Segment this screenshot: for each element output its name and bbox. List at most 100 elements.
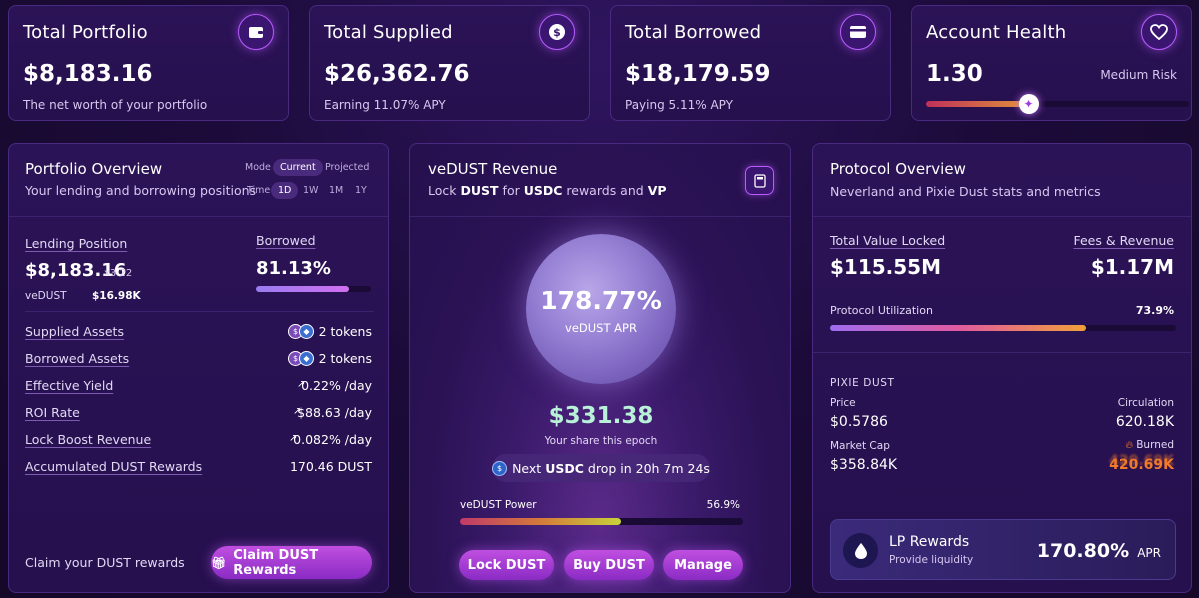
buy-dust-button[interactable]: Buy DUST <box>564 550 654 580</box>
apr-label: veDUST APR <box>565 321 637 335</box>
total-supplied-sub: Earning 11.07% APY <box>324 98 446 112</box>
fees-value: $1.17M <box>1090 255 1174 279</box>
borrowed-label: Borrowed <box>256 233 316 248</box>
vedust-sub-mid: for <box>502 183 520 198</box>
account-health-title: Account Health <box>926 22 1067 43</box>
calculator-icon[interactable] <box>745 166 774 195</box>
next-drop-pill: $ Next USDC drop in 20h 7m 24s <box>492 454 710 482</box>
portfolio-overview-panel: Portfolio Overview Your lending and borr… <box>8 143 389 593</box>
svg-text:$: $ <box>553 26 561 39</box>
lock-dust-button[interactable]: Lock DUST <box>459 550 554 580</box>
total-portfolio-title: Total Portfolio <box>23 22 148 43</box>
vedust-sub-vp: VP <box>647 183 667 198</box>
claim-dust-rewards-button[interactable]: 🎁︎ Claim DUST Rewards <box>211 546 372 579</box>
circulation-label: Circulation <box>1117 397 1174 409</box>
vedust-title: veDUST Revenue <box>428 160 558 178</box>
utilization-bar-fill <box>830 325 1086 331</box>
mode-label: Mode <box>245 162 271 173</box>
next-token: USDC <box>545 460 584 476</box>
vedust-sub-and: rewards and <box>566 183 644 198</box>
credit-card-icon <box>840 14 876 50</box>
next-prefix: Next <box>512 460 542 476</box>
borrowed-bar <box>256 286 371 292</box>
total-supplied-card: Total Supplied $ $26,362.76 Earning 11.0… <box>309 5 590 121</box>
price-label: Price <box>830 397 856 409</box>
share-label: Your share this epoch <box>544 435 658 447</box>
lock-boost-revenue-label[interactable]: Lock Boost Revenue <box>25 432 151 447</box>
vedust-label: veDUST <box>25 290 67 302</box>
account-health-value: 1.30 <box>926 61 983 87</box>
lp-apr-unit: APR <box>1137 546 1161 560</box>
lp-apr-value: 170.80% <box>1036 540 1130 562</box>
total-portfolio-value: $8,183.16 <box>23 61 153 87</box>
lp-rewards-subtitle: Provide liquidity <box>889 554 974 566</box>
vedust-divider <box>410 216 790 217</box>
tvl-value: $115.55M <box>830 255 941 279</box>
power-value: 56.9% <box>706 499 740 511</box>
portfolio-overview-title: Portfolio Overview <box>25 160 163 178</box>
borrowed-assets-label[interactable]: Borrowed Assets <box>25 351 129 366</box>
borrowed-value: 81.13% <box>256 258 331 279</box>
utilization-bar <box>830 325 1176 331</box>
vedust-sub-prefix: Lock <box>428 183 457 198</box>
claim-text: Claim your DUST rewards <box>25 555 185 570</box>
lp-rewards-title: LP Rewards <box>889 534 970 550</box>
health-indicator-knob[interactable]: ✦ <box>1018 94 1039 114</box>
health-bar-fill <box>926 101 1029 107</box>
effective-yield-value: 0.22% /day <box>301 378 372 393</box>
portfolio-divider <box>9 216 388 217</box>
borrowed-bar-fill <box>256 286 350 292</box>
borrowed-token-icons: $ ◆ <box>288 351 314 366</box>
vedust-sub-token: DUST <box>460 183 499 198</box>
tvl-label: Total Value Locked <box>830 233 946 248</box>
accumulated-rewards-label[interactable]: Accumulated DUST Rewards <box>25 459 202 474</box>
utilization-label: Protocol Utilization <box>830 304 933 317</box>
total-portfolio-card: Total Portfolio $8,183.16 The net worth … <box>8 5 289 121</box>
supplied-assets-value: 2 tokens <box>318 324 372 339</box>
burned-label-group: 🔥︎ Burned <box>1126 439 1175 452</box>
lock-boost-revenue-value: 0.082% /day <box>293 432 372 447</box>
mode-current-toggle[interactable]: Current <box>273 159 323 176</box>
power-bar <box>460 518 743 525</box>
roi-rate-value: $88.63 /day <box>297 405 372 420</box>
risk-label: Medium Risk <box>1100 68 1177 82</box>
protocol-overview-panel: Protocol Overview Neverland and Pixie Du… <box>812 143 1192 593</box>
time-1m-toggle[interactable]: 1M <box>322 182 350 199</box>
roi-rate-label[interactable]: ROI Rate <box>25 405 80 420</box>
vedust-subtitle: Lock DUST for USDC rewards and VP <box>428 183 667 198</box>
price-value: $0.5786 <box>830 414 888 430</box>
fees-label: Fees & Revenue <box>1073 233 1174 248</box>
total-borrowed-value: $18,179.59 <box>625 61 771 87</box>
manage-button[interactable]: Manage <box>663 550 743 580</box>
mode-projected-toggle[interactable]: Projected <box>318 159 376 176</box>
health-bar: ✦ <box>926 94 1189 114</box>
borrowed-assets-value: 2 tokens <box>318 351 372 366</box>
token-icon: ◆ <box>299 351 314 366</box>
wallet-icon <box>238 14 274 50</box>
accumulated-rewards-value: 170.46 DUST <box>289 459 372 474</box>
protocol-divider-2 <box>813 352 1191 353</box>
burned-label: Burned <box>1136 439 1174 451</box>
protocol-divider <box>813 216 1191 217</box>
time-label: Time <box>247 185 271 196</box>
flame-icon: 🔥︎ <box>1125 439 1134 451</box>
pixie-dust-heading: PIXIE DUST <box>830 377 895 389</box>
lp-rewards-card[interactable]: LP Rewards Provide liquidity 170.80% APR <box>830 519 1176 580</box>
water-drop-icon <box>843 533 878 568</box>
usdc-icon: $ <box>492 460 508 476</box>
total-supplied-title: Total Supplied <box>324 22 453 43</box>
utilization-value: 73.9% <box>1135 304 1174 317</box>
apr-value: 178.77% <box>540 286 662 315</box>
lp-rewards-value: 170.80% APR <box>1037 540 1161 562</box>
total-supplied-value: $26,362.76 <box>324 61 470 87</box>
effective-yield-label[interactable]: Effective Yield <box>25 378 113 393</box>
lending-multiplier: x3.22 <box>104 268 133 279</box>
power-bar-fill <box>460 518 622 525</box>
portfolio-overview-subtitle: Your lending and borrowing positions <box>25 183 257 198</box>
time-1d-toggle[interactable]: 1D <box>271 182 299 199</box>
supplied-assets-label[interactable]: Supplied Assets <box>25 324 124 339</box>
time-1y-toggle[interactable]: 1Y <box>348 182 374 199</box>
vedust-sub-reward: USDC <box>523 183 563 198</box>
total-borrowed-title: Total Borrowed <box>625 22 762 43</box>
market-cap-label: Market Cap <box>830 440 890 452</box>
